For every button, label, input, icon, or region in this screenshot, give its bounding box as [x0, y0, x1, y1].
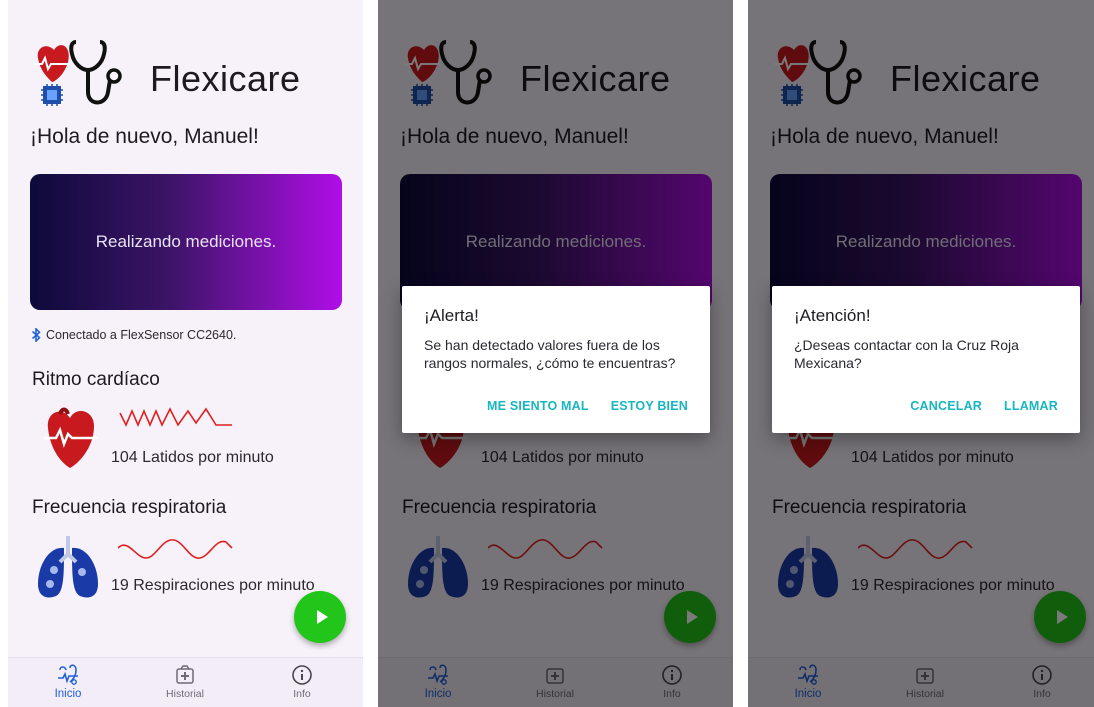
logo-heart-stethoscope-chip-icon — [34, 40, 122, 106]
respiratory-value: 19 Respiraciones por minuto — [111, 577, 315, 594]
dialog-message: ¿Deseas contactar con la Cruz Roja Mexic… — [794, 337, 1019, 371]
greeting: ¡Hola de nuevo, Manuel! — [30, 125, 259, 148]
home-screen: Flexicare ¡Hola de nuevo, Manuel! Realiz… — [8, 0, 363, 707]
bluetooth-status-text: Conectado a FlexSensor CC2640. — [46, 328, 237, 342]
heart-rate-value: 104 Latidos por minuto — [111, 449, 274, 466]
nav-historial[interactable]: Historial — [145, 664, 225, 700]
info-icon — [292, 665, 312, 685]
call-button[interactable]: LLAMAR — [1004, 399, 1058, 413]
alert-dialog: ¡Alerta! Se han detectado valores fuera … — [402, 286, 710, 433]
nav-inicio-label: Inicio — [54, 688, 82, 700]
play-icon — [316, 610, 328, 624]
nav-info-label: Info — [293, 688, 311, 700]
heart-rate-title: Ritmo cardíaco — [32, 369, 160, 390]
feel-bad-button[interactable]: ME SIENTO MAL — [487, 399, 589, 413]
app-title: Flexicare — [150, 58, 301, 99]
nav-historial-label: Historial — [166, 688, 204, 700]
bottom-navigation: Inicio Historial Info — [8, 657, 363, 707]
dialog-actions: ME SIENTO MAL ESTOY BIEN — [487, 399, 688, 413]
health-monitor-icon — [58, 664, 78, 685]
heart-rate-wave — [119, 407, 232, 428]
respiratory-wave — [118, 539, 233, 559]
dialog-message: Se han detectado valores fuera de los ra… — [424, 337, 676, 371]
nav-inicio[interactable]: Inicio — [28, 664, 108, 700]
play-button[interactable] — [294, 591, 346, 643]
attention-screen: Flexicare ¡Hola de nuevo, Manuel! Realiz… — [748, 0, 1094, 707]
lungs-icon — [38, 536, 98, 598]
cancel-button[interactable]: CANCELAR — [910, 399, 982, 413]
respiratory-title: Frecuencia respiratoria — [32, 497, 227, 518]
alert-screen: Flexicare ¡Hola de nuevo, Manuel! Realiz… — [378, 0, 733, 707]
bluetooth-icon — [31, 328, 41, 342]
attention-dialog: ¡Atención! ¿Deseas contactar con la Cruz… — [772, 286, 1080, 433]
dialog-actions: CANCELAR LLAMAR — [910, 399, 1058, 413]
bluetooth-status: Conectado a FlexSensor CC2640. — [30, 328, 236, 342]
status-card-text: Realizando mediciones. — [95, 232, 277, 251]
heart-icon — [44, 407, 98, 468]
feel-ok-button[interactable]: ESTOY BIEN — [611, 399, 688, 413]
dialog-title: ¡Alerta! — [424, 306, 479, 325]
dialog-title: ¡Atención! — [794, 306, 871, 325]
medical-history-icon — [176, 665, 194, 684]
status-card: Realizando mediciones. — [30, 174, 342, 310]
nav-info[interactable]: Info — [262, 664, 342, 700]
